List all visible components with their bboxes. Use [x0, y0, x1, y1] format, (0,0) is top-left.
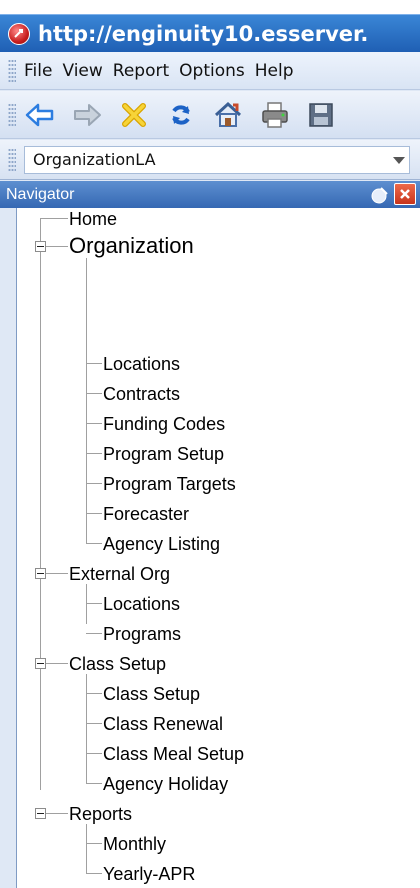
- tree-node-external-org[interactable]: External Org: [69, 563, 170, 585]
- delete-button[interactable]: [118, 99, 150, 131]
- home-icon: [214, 101, 242, 127]
- tree-connector: [86, 873, 102, 874]
- tree-node-forecaster[interactable]: Forecaster: [103, 503, 189, 525]
- navigator-title: Navigator: [6, 185, 75, 203]
- navigator-tree: Home Organization Locations Contracts Fu…: [17, 208, 420, 888]
- menu-report[interactable]: Report: [113, 61, 169, 81]
- menu-help[interactable]: Help: [255, 61, 294, 81]
- back-button[interactable]: [24, 99, 56, 131]
- pin-icon[interactable]: [370, 185, 390, 205]
- menubar-grip-handle[interactable]: [8, 58, 16, 83]
- tree-branch-line: [86, 258, 87, 544]
- tree-node-yearly-apr[interactable]: Yearly-APR: [103, 863, 195, 885]
- tree-connector: [40, 218, 68, 219]
- tree-branch-line: [86, 674, 87, 784]
- collapse-class-setup-toggle[interactable]: [35, 658, 46, 669]
- delete-x-icon: [122, 102, 146, 127]
- tree-node-funding-codes[interactable]: Funding Codes: [103, 413, 225, 435]
- menu-file[interactable]: File: [24, 61, 52, 81]
- close-icon[interactable]: [394, 183, 416, 205]
- organization-select-row: OrganizationLA: [0, 140, 420, 180]
- tree-node-class-renewal[interactable]: Class Renewal: [103, 713, 223, 735]
- save-button[interactable]: [306, 99, 338, 131]
- tree-connector: [86, 603, 102, 604]
- menu-options[interactable]: Options: [179, 61, 245, 81]
- navigator-panel: Home Organization Locations Contracts Fu…: [16, 208, 420, 888]
- combo-grip-handle[interactable]: [8, 147, 16, 172]
- back-arrow-icon: [25, 103, 54, 126]
- browser-app-icon: [8, 22, 30, 45]
- tree-node-class-setup[interactable]: Class Setup: [69, 653, 166, 675]
- organization-select[interactable]: OrganizationLA: [24, 145, 410, 174]
- tree-connector: [46, 573, 68, 574]
- tree-node-org-locations[interactable]: Locations: [103, 353, 180, 375]
- title-bar[interactable]: http://enginuity10.esserver.: [0, 14, 420, 52]
- save-icon: [309, 102, 333, 127]
- refresh-icon: [172, 104, 190, 125]
- menu-view[interactable]: View: [62, 61, 102, 81]
- tree-node-monthly[interactable]: Monthly: [103, 833, 166, 855]
- tree-connector: [46, 246, 68, 247]
- menu-bar: File View Report Options Help: [0, 52, 420, 90]
- tree-node-organization[interactable]: Organization: [69, 233, 194, 259]
- tree-node-agency-holiday[interactable]: Agency Holiday: [103, 773, 228, 795]
- tree-branch-line: [86, 824, 87, 874]
- tree-connector: [86, 633, 102, 634]
- tree-node-reports[interactable]: Reports: [69, 803, 132, 825]
- tree-node-agency-listing[interactable]: Agency Listing: [103, 533, 220, 555]
- home-button[interactable]: [212, 99, 244, 131]
- tree-node-program-setup[interactable]: Program Setup: [103, 443, 224, 465]
- window-title: http://enginuity10.esserver.: [38, 21, 369, 46]
- tree-connector: [46, 663, 68, 664]
- app-window: http://enginuity10.esserver. File View R…: [0, 14, 420, 888]
- tree-connector: [86, 393, 102, 394]
- toolbar: [0, 91, 420, 139]
- tree-node-class-setup-child[interactable]: Class Setup: [103, 683, 200, 705]
- tree-node-program-targets[interactable]: Program Targets: [103, 473, 236, 495]
- tree-connector: [86, 753, 102, 754]
- tree-node-contracts[interactable]: Contracts: [103, 383, 180, 405]
- toolbar-grip-handle[interactable]: [8, 102, 16, 127]
- tree-connector: [86, 453, 102, 454]
- refresh-button[interactable]: [165, 99, 197, 131]
- tree-connector: [86, 543, 102, 544]
- print-button[interactable]: [259, 99, 291, 131]
- tree-connector: [86, 723, 102, 724]
- tree-node-class-meal-setup[interactable]: Class Meal Setup: [103, 743, 244, 765]
- tree-node-programs[interactable]: Programs: [103, 623, 181, 645]
- tree-branch-line: [86, 584, 87, 624]
- tree-connector: [86, 843, 102, 844]
- forward-button[interactable]: [71, 99, 103, 131]
- print-icon: [262, 101, 288, 128]
- screen-top-strip: [0, 0, 420, 14]
- navigator-header: Navigator: [0, 181, 420, 208]
- tree-node-ext-locations[interactable]: Locations: [103, 593, 180, 615]
- tree-connector: [86, 513, 102, 514]
- tree-connector: [46, 813, 68, 814]
- collapse-external-org-toggle[interactable]: [35, 568, 46, 579]
- tree-root-line: [40, 218, 41, 790]
- chevron-down-icon[interactable]: [393, 156, 405, 164]
- tree-connector: [86, 423, 102, 424]
- organization-select-value: OrganizationLA: [33, 150, 156, 169]
- tree-connector: [86, 783, 102, 784]
- forward-arrow-icon: [74, 103, 101, 126]
- tree-connector: [86, 363, 102, 364]
- tree-connector: [86, 693, 102, 694]
- tree-connector: [86, 483, 102, 484]
- tree-node-home[interactable]: Home: [69, 208, 117, 230]
- collapse-reports-toggle[interactable]: [35, 808, 46, 819]
- collapse-organization-toggle[interactable]: [35, 241, 46, 252]
